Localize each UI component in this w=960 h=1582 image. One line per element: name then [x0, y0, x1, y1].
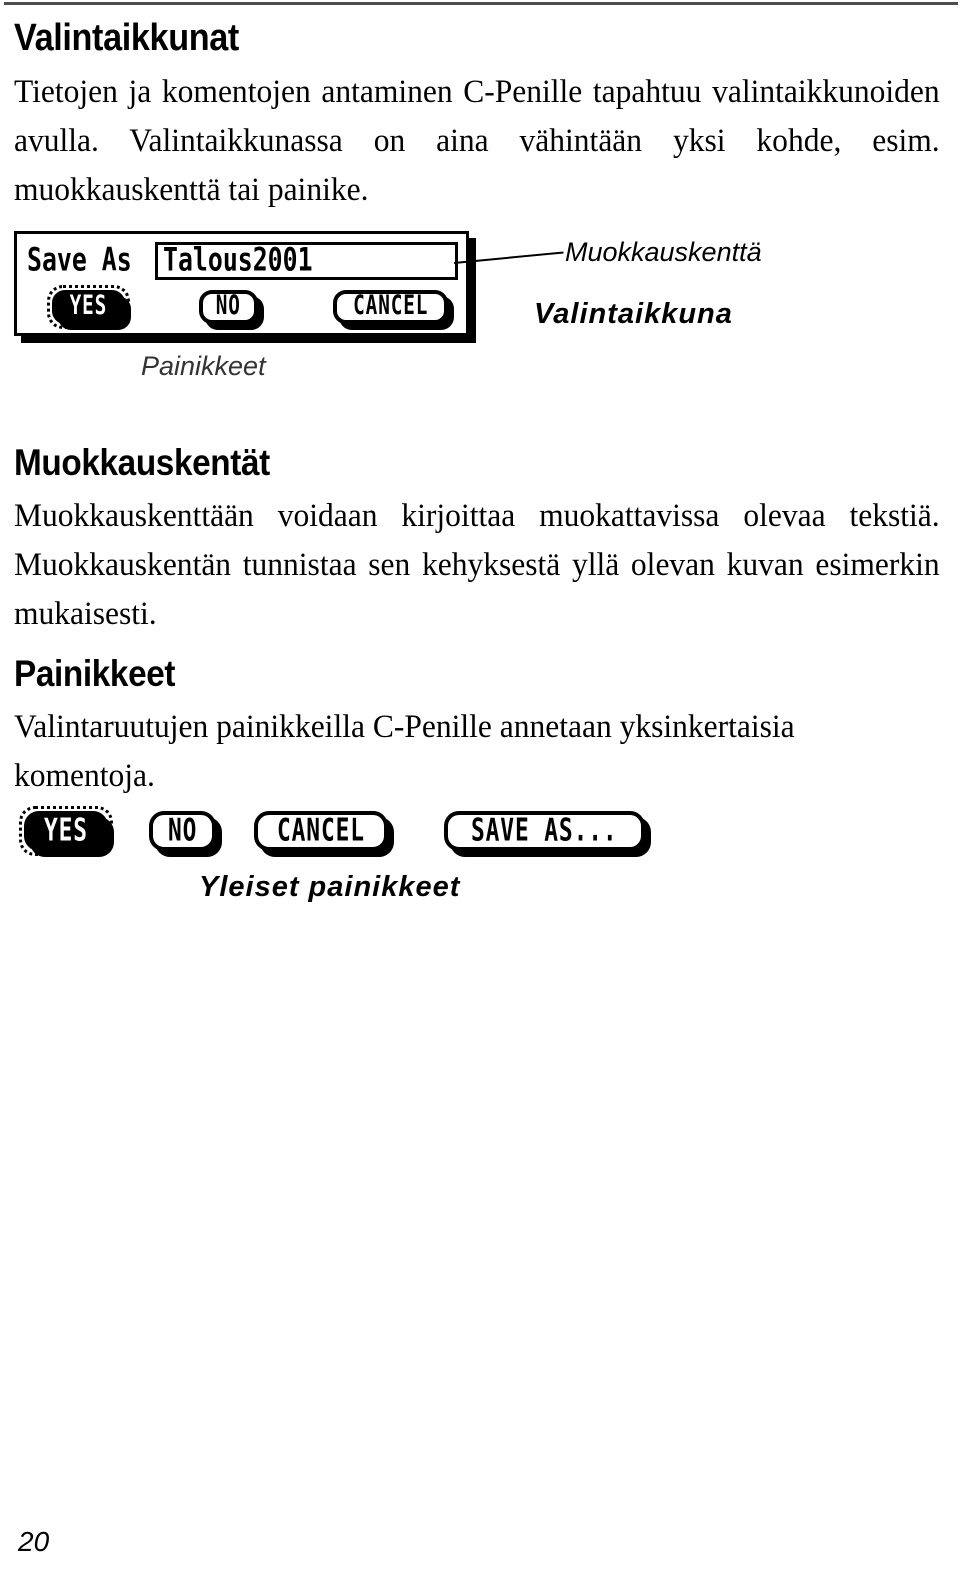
common-cancel-button-wrap: CANCEL — [254, 811, 394, 857]
filename-input-value: Talous2001 — [162, 242, 313, 279]
dialog-figure: Save As Talous2001 YES NO CANCEL Muokkau… — [14, 223, 946, 398]
dialog-yes-button-wrap: YES — [47, 285, 131, 330]
heading-painikkeet: Painikkeet — [14, 653, 176, 694]
dialog-cancel-button-label: CANCEL — [353, 291, 429, 322]
save-as-field-label: Save As — [27, 242, 132, 279]
dialog-cancel-button-wrap: CANCEL — [333, 290, 455, 330]
dialog-button-row: YES NO CANCEL — [17, 285, 466, 336]
common-yes-button[interactable]: YES — [19, 806, 114, 857]
common-saveas-button-wrap: SAVE AS... — [444, 811, 651, 857]
page-title: Valintaikkunat — [14, 17, 239, 59]
callout-edit-field: Muokkauskenttä — [565, 237, 762, 267]
dialog-no-button-label: NO — [215, 291, 241, 322]
dialog-cancel-button[interactable]: CANCEL — [333, 290, 455, 330]
button-face: CANCEL — [333, 290, 449, 324]
button-face: YES — [52, 290, 125, 324]
common-buttons-figure: YES NO CANCEL SAVE AS... Yleiset painikk… — [14, 806, 946, 927]
callout-buttons: Painikkeet — [141, 351, 266, 381]
lcd-dialog-window: Save As Talous2001 YES NO CANCEL — [14, 231, 469, 336]
common-no-button-wrap: NO — [149, 811, 223, 857]
button-face: CANCEL — [254, 811, 388, 851]
common-no-button[interactable]: NO — [149, 811, 223, 857]
dialog-field-row: Save As Talous2001 — [27, 240, 458, 282]
common-saveas-button[interactable]: SAVE AS... — [444, 811, 651, 857]
dialog-yes-button-label: YES — [69, 291, 108, 322]
common-no-button-label: NO — [167, 813, 198, 849]
paragraph-muokkauskentat: Muokkauskenttään voidaan kirjoittaa muok… — [14, 498, 940, 632]
dialog-yes-button[interactable]: YES — [47, 285, 131, 330]
page-top-rule — [4, 2, 958, 5]
common-yes-button-wrap: YES — [19, 806, 114, 857]
paragraph-painikkeet: Valintaruutujen painikkeilla C-Penille a… — [14, 709, 795, 794]
button-face: SAVE AS... — [444, 811, 645, 851]
dialog-no-button-wrap: NO — [199, 290, 264, 330]
callout-dialog: Valintaikkuna — [534, 298, 733, 330]
common-saveas-button-label: SAVE AS... — [470, 813, 618, 849]
button-face: NO — [199, 290, 258, 324]
dialog-no-button[interactable]: NO — [199, 290, 264, 330]
intro-paragraph: Tietojen ja komentojen antaminen C-Penil… — [14, 74, 940, 208]
edit-field-leader-line — [453, 251, 564, 264]
page-number: 20 — [18, 1526, 50, 1557]
filename-input[interactable]: Talous2001 — [154, 242, 458, 280]
page-content: Valintaikkunat Tietojen ja komentojen an… — [14, 16, 946, 927]
button-face: YES — [24, 811, 108, 851]
common-yes-button-label: YES — [43, 813, 88, 849]
common-cancel-button-label: CANCEL — [276, 813, 365, 849]
heading-muokkauskentat: Muokkauskentät — [14, 442, 270, 483]
common-cancel-button[interactable]: CANCEL — [254, 811, 394, 857]
button-face: NO — [149, 811, 217, 851]
caption-common-buttons: Yleiset painikkeet — [199, 871, 461, 903]
